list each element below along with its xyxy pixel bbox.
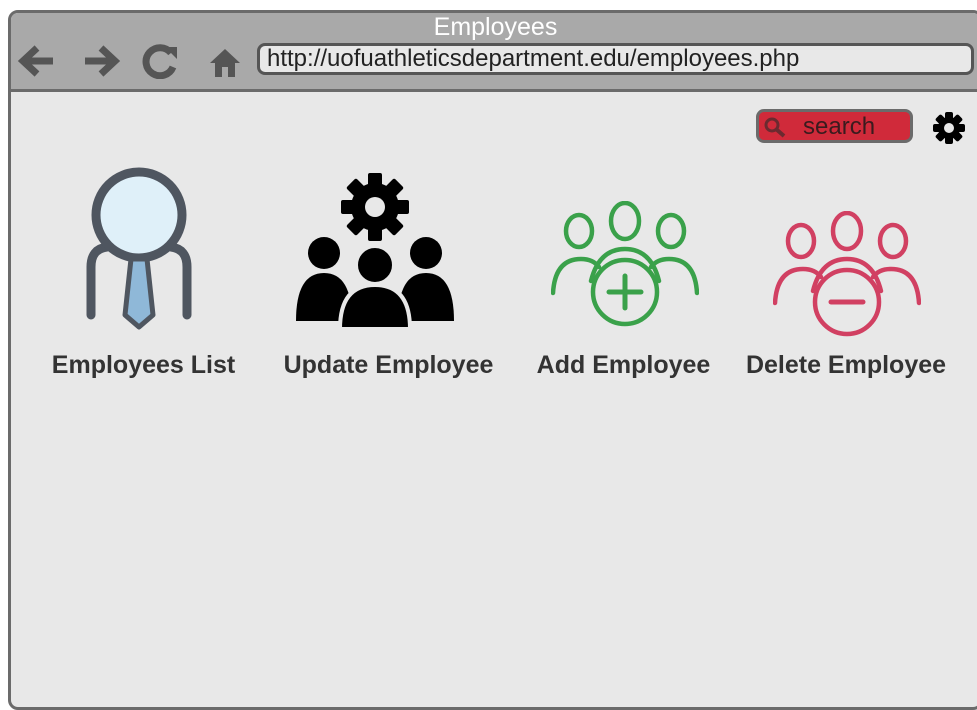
home-icon xyxy=(210,49,240,77)
search-icon xyxy=(764,117,786,138)
tile-label: Update Employee xyxy=(283,351,494,379)
search-box[interactable]: search xyxy=(756,109,913,143)
tile-label: Delete Employee xyxy=(745,351,947,379)
search-label: search xyxy=(803,113,876,140)
forward-button[interactable] xyxy=(81,43,121,79)
arrow-left-icon xyxy=(17,45,53,77)
reload-icon xyxy=(142,44,177,80)
group-add-icon xyxy=(551,201,699,327)
group-gear-icon xyxy=(296,173,454,329)
back-button[interactable] xyxy=(17,43,57,79)
arrow-right-icon xyxy=(85,45,121,77)
tile-label: Add Employee xyxy=(536,351,711,379)
title-bar: Employees http://uofuathleticsdepartment… xyxy=(11,13,977,92)
group-remove-icon xyxy=(773,211,921,337)
tile-delete-employee[interactable]: Delete Employee xyxy=(731,163,961,393)
url-bar[interactable]: http://uofuathleticsdepartment.edu/emplo… xyxy=(257,43,974,75)
tile-label: Employees List xyxy=(51,351,236,379)
tile-update-employee[interactable]: Update Employee xyxy=(266,163,511,393)
browser-window: Employees http://uofuathleticsdepartment… xyxy=(8,10,977,710)
reload-button[interactable] xyxy=(141,43,181,80)
tile-add-employee[interactable]: Add Employee xyxy=(521,163,726,393)
tile-employees-list[interactable]: Employees List xyxy=(31,163,256,393)
home-button[interactable] xyxy=(205,43,245,79)
employee-tie-icon xyxy=(86,167,192,330)
window-title: Employees xyxy=(433,13,558,41)
gear-icon[interactable] xyxy=(932,111,966,145)
